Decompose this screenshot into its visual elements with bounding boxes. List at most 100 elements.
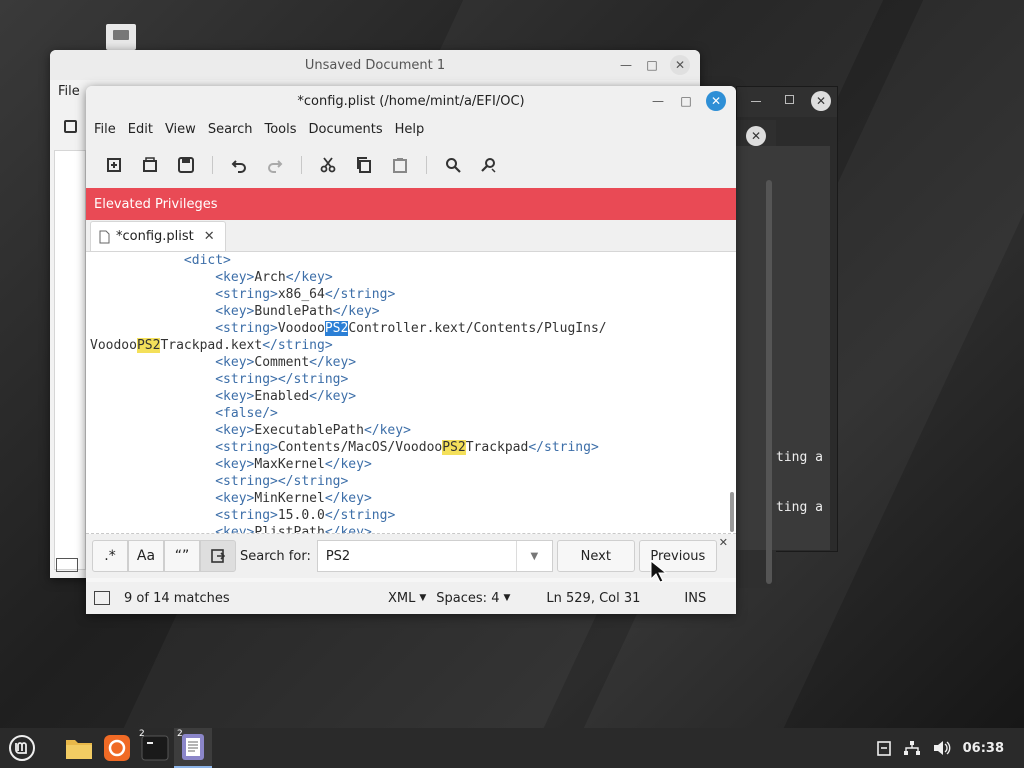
minimize-icon[interactable]: — (648, 91, 668, 111)
redo-icon (268, 160, 283, 173)
copy-button[interactable] (346, 148, 382, 182)
code-line[interactable]: VoodooPS2Trackpad.kext</string> (90, 337, 736, 354)
status-bar: 9 of 14 matches XML ▼ Spaces: 4 ▼ Ln 529, … (86, 582, 736, 614)
editor-scrollbar[interactable] (730, 492, 734, 532)
code-line[interactable]: <key>BundlePath</key> (90, 303, 736, 320)
terminal-icon (141, 735, 169, 761)
text-editor-icon (182, 734, 204, 760)
toolbar (86, 142, 736, 188)
document-icon (99, 230, 110, 243)
clock[interactable]: 06:38 (963, 741, 1004, 756)
files-launcher[interactable] (60, 728, 98, 768)
network-icon[interactable] (903, 740, 921, 756)
menu-help[interactable]: Help (389, 122, 431, 137)
side-panel-toggle-icon[interactable] (56, 558, 78, 572)
paste-icon (393, 158, 407, 173)
search-query: PS2 (325, 548, 351, 564)
close-icon[interactable]: ✕ (811, 91, 831, 111)
toolbar-separator (212, 156, 213, 174)
search-bar: .* Aa “” Search for: PS2 ▼ Next Previous… (86, 534, 736, 578)
find-replace-button[interactable] (471, 148, 507, 182)
close-search-icon[interactable]: ✕ (719, 536, 728, 549)
code-line[interactable]: <string></string> (90, 473, 736, 490)
window-titlebar[interactable]: Unsaved Document 1 — □ ✕ (50, 50, 700, 80)
menu-tools[interactable]: Tools (258, 122, 302, 137)
code-content[interactable]: <dict> <key>Arch</key> <string>x86_64</s… (86, 252, 736, 533)
cut-button[interactable] (310, 148, 346, 182)
menu-file[interactable]: File (88, 122, 122, 137)
search-for-label: Search for: (240, 548, 311, 564)
search-history-dropdown[interactable]: ▼ (515, 541, 552, 571)
terminal-taskbar-button[interactable]: 2 (136, 728, 174, 768)
code-line[interactable]: <string>15.0.0</string> (90, 507, 736, 524)
indentation-label: Spaces: 4 (436, 590, 500, 606)
menu-view[interactable]: View (159, 122, 202, 137)
menu-edit[interactable]: Edit (122, 122, 159, 137)
clipboard-icon[interactable] (876, 740, 891, 756)
wrap-icon (211, 549, 225, 563)
system-tray: 06:38 (876, 740, 1024, 756)
close-icon[interactable]: ✕ (746, 126, 766, 146)
terminal-scrollbar[interactable] (766, 180, 772, 584)
toolbar-separator (301, 156, 302, 174)
search-input[interactable]: PS2 ▼ (316, 540, 553, 572)
copy-icon (357, 157, 371, 173)
regex-toggle-button[interactable]: .* (92, 540, 128, 572)
undo-button[interactable] (221, 148, 257, 182)
code-line[interactable]: <key>MinKernel</key> (90, 490, 736, 507)
code-line[interactable]: <key>Enabled</key> (90, 388, 736, 405)
toolbar-separator (426, 156, 427, 174)
firefox-launcher[interactable] (98, 728, 136, 768)
close-icon[interactable]: ✕ (670, 55, 690, 75)
paste-button[interactable] (382, 148, 418, 182)
new-document-button[interactable] (96, 148, 132, 182)
side-panel (54, 150, 86, 570)
code-line[interactable]: <string>Contents/MacOS/VoodooPS2Trackpad… (90, 439, 736, 456)
redo-button[interactable] (257, 148, 293, 182)
menu-search[interactable]: Search (202, 122, 259, 137)
mint-menu-button[interactable] (0, 728, 44, 768)
new-document-icon[interactable] (64, 120, 77, 133)
maximize-icon[interactable]: □ (642, 55, 662, 75)
undo-icon (231, 160, 246, 173)
find-button[interactable] (435, 148, 471, 182)
menu-file[interactable]: File (58, 84, 80, 99)
indentation-selector[interactable]: Spaces: 4 ▼ (436, 591, 510, 606)
close-icon[interactable]: ✕ (706, 91, 726, 111)
search-match-highlight: PS2 (442, 440, 466, 455)
match-case-toggle-button[interactable]: Aa (128, 540, 164, 572)
minimize-icon[interactable] (751, 101, 761, 102)
code-line[interactable]: <false/> (90, 405, 736, 422)
menu-documents[interactable]: Documents (303, 122, 389, 137)
code-line[interactable]: <key>PlistPath</key> (90, 524, 736, 533)
folder-icon (66, 740, 92, 759)
code-line[interactable]: <string>x86_64</string> (90, 286, 736, 303)
code-line[interactable]: <dict> (90, 252, 736, 269)
code-line[interactable]: <key>ExecutablePath</key> (90, 422, 736, 439)
whole-word-toggle-button[interactable]: “” (164, 540, 200, 572)
tab-config-plist[interactable]: *config.plist ✕ (90, 221, 226, 251)
code-line[interactable]: <string></string> (90, 371, 736, 388)
close-tab-icon[interactable]: ✕ (204, 229, 215, 244)
code-line[interactable]: <string>VoodooPS2Controller.kext/Content… (90, 320, 736, 337)
side-panel-toggle-icon[interactable] (94, 591, 110, 605)
code-line[interactable]: <key>MaxKernel</key> (90, 456, 736, 473)
desktop-computer-icon[interactable] (106, 24, 136, 50)
open-button[interactable] (132, 148, 168, 182)
open-icon (143, 157, 157, 172)
wrap-around-toggle-button[interactable] (200, 540, 236, 572)
minimize-icon[interactable]: — (616, 55, 636, 75)
next-button[interactable]: Next (556, 540, 635, 572)
text-editor-taskbar-button[interactable]: 2 (174, 728, 212, 768)
save-button[interactable] (168, 148, 204, 182)
window-titlebar[interactable]: *config.plist (/home/mint/a/EFI/OC) — □ … (86, 86, 736, 116)
maximize-icon[interactable] (785, 95, 794, 104)
match-count: 9 of 14 matches (124, 590, 230, 606)
volume-icon[interactable] (933, 740, 951, 756)
code-line[interactable]: <key>Comment</key> (90, 354, 736, 371)
code-line[interactable]: <key>Arch</key> (90, 269, 736, 286)
maximize-icon[interactable]: □ (676, 91, 696, 111)
text-editor[interactable]: <dict> <key>Arch</key> <string>x86_64</s… (86, 252, 736, 534)
editor-window[interactable]: *config.plist (/home/mint/a/EFI/OC) — □ … (86, 86, 736, 614)
language-selector[interactable]: XML ▼ (388, 591, 426, 606)
